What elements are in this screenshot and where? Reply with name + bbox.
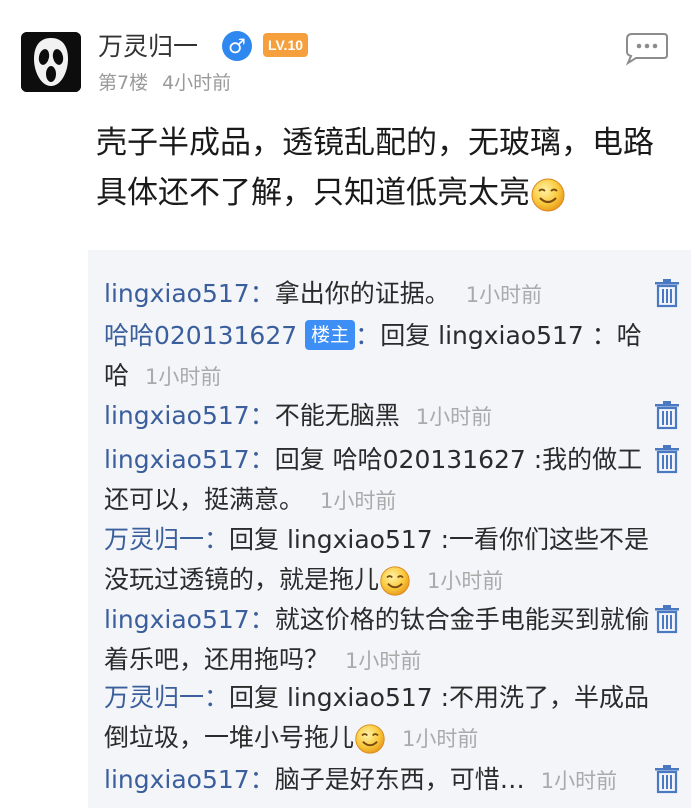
comment-author[interactable]: 万灵归一 (104, 525, 204, 554)
avatar[interactable] (21, 32, 81, 92)
comment-item[interactable]: 哈哈020131627 楼主 ：回复 lingxiao517 ：哈哈 1小时前 (104, 316, 652, 397)
trash-icon[interactable] (654, 764, 680, 794)
post-time: 4小时前 (162, 72, 232, 94)
comment-text: 拿出你的证据。 (274, 279, 450, 308)
comment-time: 1小时前 (427, 569, 504, 593)
comment-bubble-icon (625, 33, 668, 66)
comment-author[interactable]: lingxiao517 (104, 445, 250, 474)
comment-item[interactable]: lingxiao517：回复 哈哈020131627 :我的做工还可以，挺满意。… (104, 440, 652, 521)
post-username[interactable]: 万灵归一 (98, 28, 198, 66)
comment-time: 1小时前 (345, 649, 422, 673)
trash-icon[interactable] (654, 278, 680, 308)
smile-emoji-icon (355, 724, 385, 754)
scream-mask-icon (21, 32, 81, 92)
smile-emoji-icon (380, 566, 410, 596)
comment-time: 1小时前 (540, 769, 618, 793)
comment-item[interactable]: lingxiao517：拿出你的证据。 1小时前 (104, 274, 652, 315)
reply-button[interactable] (622, 30, 670, 66)
floor-number: 第7楼 (98, 72, 149, 94)
thread-owner-badge: 楼主 (305, 320, 356, 350)
comment-author[interactable]: 哈哈020131627 (104, 321, 297, 350)
post-meta: 第7楼 4小时前 (98, 70, 231, 96)
level-badge: LV.10 (263, 33, 308, 57)
male-gender-icon: ♂ (222, 31, 252, 61)
comment-item[interactable]: 万灵归一：回复 lingxiao517 :一看你们这些不是没玩过透镜的，就是拖儿… (104, 520, 652, 601)
comment-time: 1小时前 (145, 365, 222, 389)
comment-text: 脑子是好东西，可惜… (274, 765, 525, 794)
post-content-text: 壳子半成品，透镜乱配的，无玻璃，电路具体还不了解，只知道低亮太亮 (96, 125, 654, 211)
smile-emoji-icon (531, 178, 565, 211)
comment-time: 1小时前 (402, 727, 479, 751)
trash-icon[interactable] (654, 604, 680, 634)
comment-time: 1小时前 (465, 283, 543, 307)
comment-list: lingxiao517：拿出你的证据。 1小时前 哈哈020131627 楼主 ：回复… (88, 250, 691, 808)
comment-author[interactable]: lingxiao517 (104, 401, 250, 430)
post-content: 壳子半成品，透镜乱配的，无玻璃，电路具体还不了解，只知道低亮太亮 (96, 118, 656, 218)
comment-author[interactable]: lingxiao517 (104, 765, 250, 794)
comment-item[interactable]: lingxiao517：就这价格的钛合金手电能买到就偷着乐吧，还用拖吗？ 1小时前 (104, 600, 652, 681)
comment-text: 不能无脑黑 (274, 401, 400, 430)
comment-time: 1小时前 (320, 489, 397, 513)
comment-author[interactable]: lingxiao517 (104, 605, 250, 634)
comment-time: 1小时前 (415, 405, 493, 429)
trash-icon[interactable] (654, 444, 680, 474)
comment-item[interactable]: lingxiao517：脑子是好东西，可惜… 1小时前 (104, 760, 652, 801)
comment-author[interactable]: 万灵归一 (104, 683, 204, 712)
trash-icon[interactable] (654, 400, 680, 430)
comment-item[interactable]: 万灵归一：回复 lingxiao517 :不用洗了，半成品倒垃圾，一堆小号拖儿 … (104, 678, 652, 759)
comment-item[interactable]: lingxiao517：不能无脑黑 1小时前 (104, 396, 652, 437)
comment-author[interactable]: lingxiao517 (104, 279, 250, 308)
